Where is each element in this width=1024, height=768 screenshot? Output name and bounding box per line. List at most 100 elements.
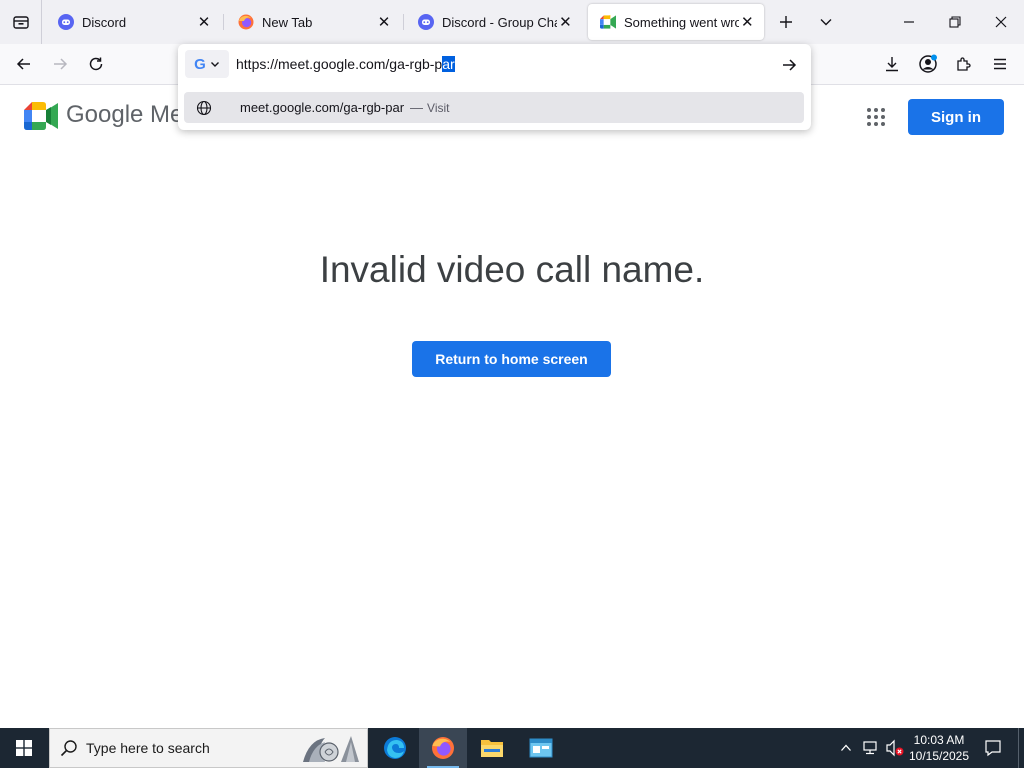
puzzle-icon <box>957 57 971 71</box>
plus-icon <box>780 16 792 28</box>
new-tab-button[interactable] <box>772 8 800 36</box>
search-engine-selector[interactable]: G <box>185 50 229 78</box>
clock-time: 10:03 AM <box>913 733 965 747</box>
taskbar-edge[interactable] <box>371 728 419 768</box>
close-tab-icon[interactable]: ✕ <box>557 12 574 32</box>
return-home-button[interactable]: Return to home screen <box>412 341 611 377</box>
notifications-button[interactable] <box>978 728 1008 768</box>
taskbar-file-explorer[interactable] <box>468 728 516 768</box>
suggestion-url: meet.google.com/ga-rgb-par <box>240 100 405 115</box>
google-meet-icon <box>600 14 616 30</box>
url-bar-dropdown: G https://meet.google.com/ga-rgb-par mee… <box>178 44 811 130</box>
google-g-icon: G <box>194 55 206 73</box>
hamburger-icon <box>994 58 1006 70</box>
chevron-down-icon <box>820 19 832 26</box>
reload-icon <box>89 57 103 71</box>
close-icon <box>995 16 1007 28</box>
volume-muted-icon <box>886 739 904 757</box>
tab-title: Discord <box>82 14 127 30</box>
tab-title: Something went wrong <box>624 14 739 30</box>
tab-separator <box>403 14 404 30</box>
apps-grid-dot <box>881 122 885 126</box>
network-tray-button[interactable] <box>861 738 881 758</box>
apps-grid-dot <box>874 108 878 112</box>
url-text-unselected: https://meet.google.com/ga-rgb-p <box>236 56 443 72</box>
tab-discord-group-chat[interactable]: Discord - Group Chat T ✕ <box>406 4 580 40</box>
search-icon <box>60 739 78 757</box>
sign-in-button[interactable]: Sign in <box>908 99 1004 135</box>
list-all-tabs-button[interactable] <box>0 0 42 44</box>
show-desktop-button[interactable] <box>1018 728 1024 768</box>
taskbar-app[interactable] <box>517 728 565 768</box>
system-clock[interactable]: 10:03 AM 10/15/2025 <box>904 732 974 764</box>
google-meet-wordmark: Google Me <box>66 101 184 128</box>
notification-icon <box>985 740 1001 757</box>
page-content: Google Me Sign in Invalid video call nam… <box>0 85 1024 728</box>
windows-taskbar: Type here to search 10:03 AM 10/15/2025 <box>0 728 1024 768</box>
close-tab-icon[interactable]: ✕ <box>739 12 756 32</box>
search-placeholder: Type here to search <box>86 740 210 756</box>
taskbar-search-box[interactable]: Type here to search <box>49 728 368 768</box>
suggestion-separator: — <box>410 100 424 115</box>
tab-title: Discord - Group Chat T <box>442 14 557 30</box>
go-button[interactable] <box>776 52 802 78</box>
apps-grid-dot <box>867 108 871 112</box>
discord-icon <box>58 14 74 30</box>
edge-icon <box>384 737 406 759</box>
tab-strip: Discord ✕ New Tab ✕ Discord - Group Chat… <box>0 0 1024 44</box>
back-button[interactable] <box>9 49 39 79</box>
downloads-button[interactable] <box>877 49 907 79</box>
tab-list-icon <box>12 16 29 29</box>
google-apps-button[interactable] <box>864 105 888 129</box>
arrow-left-icon <box>16 58 30 70</box>
close-tab-icon[interactable]: ✕ <box>194 12 214 32</box>
google-meet-logo <box>24 102 58 130</box>
app-menu-button[interactable] <box>985 49 1015 79</box>
url-text-selected: ar <box>442 56 455 72</box>
tab-discord[interactable]: Discord ✕ <box>46 4 220 40</box>
chevron-down-icon <box>210 62 219 67</box>
account-icon <box>919 54 937 73</box>
tab-something-went-wrong[interactable]: Something went wrong ✕ <box>588 4 764 40</box>
apps-grid-dot <box>874 122 878 126</box>
close-tab-icon[interactable]: ✕ <box>374 12 394 32</box>
start-button[interactable] <box>0 728 48 768</box>
firefox-icon <box>432 737 454 759</box>
folder-icon <box>481 740 503 757</box>
show-hidden-icons-button[interactable] <box>836 738 856 758</box>
network-icon <box>863 741 877 755</box>
arrow-right-icon <box>783 59 797 71</box>
forward-button[interactable] <box>45 49 75 79</box>
app-window-icon <box>529 738 553 758</box>
tab-list-dropdown-button[interactable] <box>812 8 840 36</box>
url-input[interactable]: https://meet.google.com/ga-rgb-par <box>236 56 455 72</box>
taskbar-firefox[interactable] <box>419 728 467 768</box>
reload-button[interactable] <box>81 49 111 79</box>
tab-title: New Tab <box>262 14 313 30</box>
apps-grid-dot <box>881 115 885 119</box>
globe-icon <box>196 100 212 116</box>
suggestion-action: Visit <box>427 100 450 115</box>
tab-new-tab[interactable]: New Tab ✕ <box>226 4 400 40</box>
extensions-button[interactable] <box>949 49 979 79</box>
apps-grid-dot <box>867 122 871 126</box>
arrow-right-icon <box>54 58 68 70</box>
download-icon <box>886 57 898 72</box>
minimize-icon <box>904 21 914 23</box>
error-message-title: Invalid video call name. <box>319 249 705 290</box>
discord-icon <box>418 14 434 30</box>
restore-icon <box>949 16 961 28</box>
restore-button[interactable] <box>932 0 978 44</box>
apps-grid-dot <box>867 115 871 119</box>
firefox-icon <box>238 14 254 30</box>
apps-grid-dot <box>874 115 878 119</box>
search-highlight-illustration <box>303 736 359 762</box>
url-suggestion-row[interactable]: meet.google.com/ga-rgb-par — Visit <box>184 92 804 123</box>
minimize-button[interactable] <box>886 0 932 44</box>
tab-separator <box>223 14 224 30</box>
close-window-button[interactable] <box>978 0 1024 44</box>
volume-tray-button[interactable] <box>885 738 905 758</box>
chevron-up-icon <box>841 744 851 751</box>
account-button[interactable] <box>913 49 943 79</box>
windows-logo-icon <box>16 740 32 756</box>
